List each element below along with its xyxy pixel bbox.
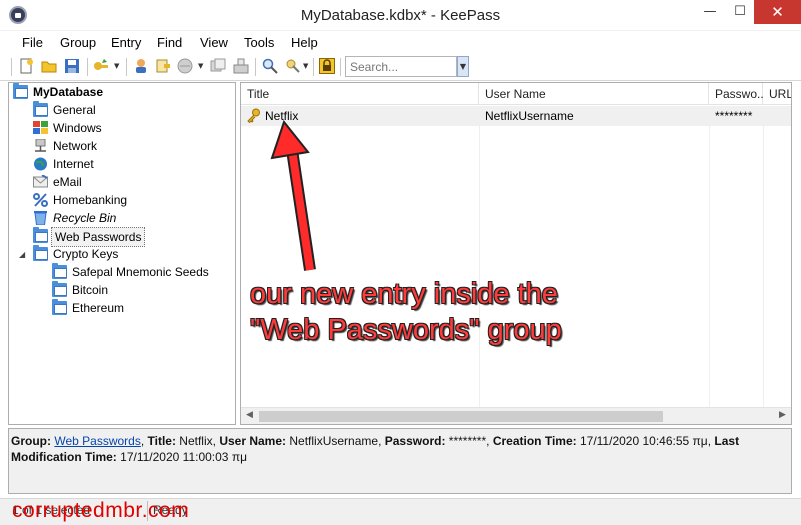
toolbar-separator bbox=[313, 58, 314, 76]
folder-icon bbox=[33, 245, 48, 261]
tree-item-label: Web Passwords bbox=[51, 227, 146, 247]
find-icon[interactable] bbox=[262, 58, 278, 74]
menu-bar: File Group Entry Find View Tools Help bbox=[0, 31, 801, 54]
column-header-password[interactable]: Passwo... bbox=[709, 83, 767, 105]
column-gridline bbox=[479, 106, 480, 408]
column-header-username[interactable]: User Name bbox=[479, 83, 709, 105]
minimize-button[interactable]: — bbox=[696, 0, 724, 24]
detail-group-link[interactable]: Web Passwords bbox=[54, 434, 140, 448]
detail-password-value: ********, bbox=[448, 434, 490, 448]
tree-item-label: Homebanking bbox=[53, 193, 128, 207]
detail-modified-value: 17/11/2020 11:00:03 πμ bbox=[120, 450, 248, 464]
group-tree[interactable]: MyDatabase General Windows Network Inter… bbox=[8, 82, 236, 425]
search-input[interactable]: Search... bbox=[345, 56, 457, 77]
detail-username-value: NetflixUsername, bbox=[289, 434, 382, 448]
globe-icon bbox=[34, 157, 47, 171]
folder-icon bbox=[33, 227, 48, 243]
menu-entry[interactable]: Entry bbox=[111, 35, 141, 50]
annotation-text: our new entry inside the "Web Passwords"… bbox=[250, 276, 562, 348]
menu-find[interactable]: Find bbox=[157, 35, 182, 50]
open-database-icon[interactable] bbox=[41, 58, 57, 74]
column-header-title[interactable]: Title bbox=[241, 83, 479, 105]
detail-username-label: User Name: bbox=[219, 434, 287, 448]
tree-item-label: Recycle Bin bbox=[53, 211, 117, 225]
toolbar-separator bbox=[126, 58, 127, 76]
horizontal-scrollbar[interactable]: ◀ ▶ bbox=[241, 407, 791, 424]
entry-password: ******** bbox=[715, 109, 753, 123]
network-icon bbox=[35, 139, 46, 152]
lock-workspace-icon[interactable] bbox=[319, 58, 335, 74]
close-button[interactable]: ✕ bbox=[754, 0, 801, 24]
tree-item-label: Network bbox=[53, 139, 98, 153]
title-bar: MyDatabase.kdbx* - KeePass — ☐ ✕ bbox=[0, 0, 801, 31]
tree-item-label: Ethereum bbox=[72, 301, 125, 315]
detail-title-label: Title: bbox=[147, 434, 176, 448]
menu-tools[interactable]: Tools bbox=[244, 35, 274, 50]
menu-help[interactable]: Help bbox=[291, 35, 318, 50]
scroll-left-arrow[interactable]: ◀ bbox=[246, 409, 253, 420]
recycle-bin-icon bbox=[34, 211, 47, 225]
tree-item-label: Bitcoin bbox=[72, 283, 109, 297]
annotation-arrow bbox=[270, 120, 316, 271]
folder-icon bbox=[33, 101, 48, 117]
tree-item-label: Windows bbox=[53, 121, 102, 135]
detail-created-value: 17/11/2020 10:46:55 πμ, bbox=[579, 434, 712, 448]
folder-icon bbox=[52, 299, 67, 315]
column-gridline bbox=[709, 106, 710, 408]
add-entry-dropdown[interactable]: ▼ bbox=[114, 62, 119, 70]
annotation-line-2: "Web Passwords" group bbox=[250, 314, 562, 346]
maximize-button[interactable]: ☐ bbox=[726, 0, 754, 24]
entry-list[interactable]: Title User Name Passwo... URL Netflix Ne… bbox=[240, 82, 792, 425]
tree-expander-crypto-keys[interactable]: ◢ bbox=[19, 250, 25, 259]
tree-item-label: Safepal Mnemonic Seeds bbox=[72, 265, 209, 279]
copy-password-icon[interactable] bbox=[155, 58, 171, 74]
toolbar-separator bbox=[87, 58, 88, 76]
save-database-icon[interactable] bbox=[64, 58, 80, 74]
toolbar-separator bbox=[340, 58, 341, 76]
sync-icon[interactable] bbox=[233, 58, 249, 74]
menu-group[interactable]: Group bbox=[60, 35, 96, 50]
detail-time-label: Time: bbox=[85, 450, 117, 464]
tree-item-label: Crypto Keys bbox=[53, 247, 119, 261]
menu-view[interactable]: View bbox=[200, 35, 228, 50]
scrollbar-thumb[interactable] bbox=[259, 411, 663, 422]
menu-file[interactable]: File bbox=[22, 35, 43, 50]
tree-item-label: General bbox=[53, 103, 96, 117]
search-dropdown-button[interactable]: ▼ bbox=[457, 56, 469, 77]
toolbar-separator bbox=[255, 58, 256, 76]
windows-icon bbox=[33, 121, 48, 134]
new-database-icon[interactable] bbox=[18, 58, 34, 74]
watermark: corruptedmbr.com bbox=[12, 499, 190, 522]
tools-dropdown[interactable]: ▼ bbox=[303, 62, 308, 70]
detail-created-label: Creation Time: bbox=[492, 434, 577, 448]
detail-group-label: Group: bbox=[11, 434, 51, 448]
table-row[interactable]: Netflix NetflixUsername ******** bbox=[241, 106, 791, 126]
tools-icon[interactable] bbox=[285, 58, 301, 74]
window-title: MyDatabase.kdbx* - KeePass bbox=[300, 7, 501, 24]
database-folder-icon bbox=[13, 83, 28, 99]
folder-icon bbox=[52, 263, 67, 279]
open-url-dropdown[interactable]: ▼ bbox=[198, 62, 203, 70]
toolbar-grip bbox=[11, 58, 12, 76]
copy-username-icon[interactable] bbox=[133, 58, 149, 74]
entry-url bbox=[763, 106, 769, 126]
email-icon bbox=[33, 175, 48, 188]
open-url-icon[interactable] bbox=[177, 58, 193, 74]
autotype-icon[interactable] bbox=[210, 58, 226, 74]
detail-title-value: Netflix, bbox=[179, 434, 216, 448]
detail-password-label: Password: bbox=[384, 434, 446, 448]
tree-item-label: Internet bbox=[53, 157, 94, 171]
tree-root-label: MyDatabase bbox=[33, 85, 104, 99]
annotation-line-1: our new entry inside the bbox=[250, 278, 558, 310]
scroll-right-arrow[interactable]: ▶ bbox=[779, 409, 786, 420]
tree-item-label: eMail bbox=[53, 175, 82, 189]
column-header-url[interactable]: URL bbox=[763, 83, 791, 105]
entry-username: NetflixUsername bbox=[485, 109, 574, 123]
add-entry-icon[interactable] bbox=[93, 58, 109, 74]
folder-icon bbox=[52, 281, 67, 297]
column-gridline bbox=[763, 106, 764, 408]
percent-icon bbox=[33, 193, 48, 207]
entry-details-pane: Group: Web Passwords, Title: Netflix, Us… bbox=[8, 428, 792, 494]
